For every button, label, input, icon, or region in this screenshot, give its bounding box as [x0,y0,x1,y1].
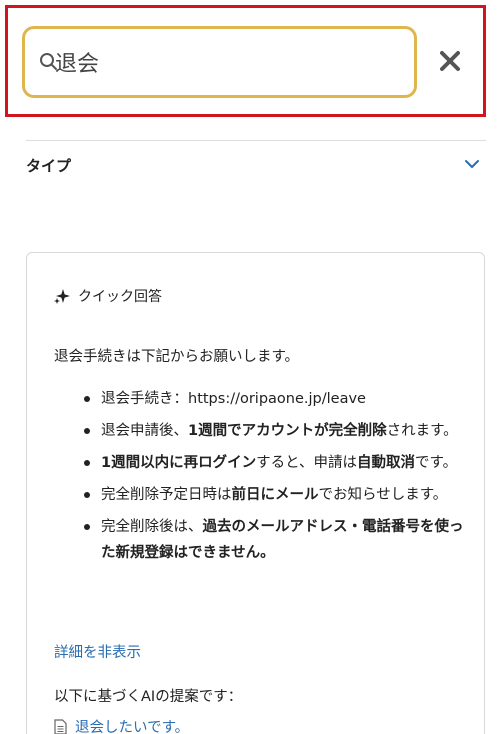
clear-search-button[interactable] [434,45,466,77]
bullet-text: 退会申請後、 [101,423,188,439]
divider [26,140,486,141]
quick-answer-title: クイック回答 [78,289,162,305]
close-icon [440,51,460,71]
bullet-item: 退会手続き：https://oripaone.jp/leave [54,386,464,412]
bullet-text: 退会手続き：https://oripaone.jp/leave [101,391,366,407]
bullet-text: 完全削除後は、 [101,519,203,535]
bullet-text: 前日にメール [231,487,319,503]
bullet-item: 退会申請後、1週間でアカウントが完全削除されます。 [54,418,464,444]
type-filter-dropdown[interactable]: タイプ [26,150,484,180]
sparkle-icon [54,289,70,304]
quick-answer-card: クイック回答 退会手続きは下記からお願いします。 退会手続き：https://o… [26,252,485,734]
suggested-article-link[interactable]: 退会したいです。 [54,716,189,734]
search-input[interactable] [55,45,395,79]
bullet-text: されます。 [386,423,458,439]
bullet-item: 1週間以内に再ログインすると、申請は自動取消です。 [54,450,464,476]
ai-suggestions-label: 以下に基づくAIの提案です： [54,689,243,705]
quick-answer-header: クイック回答 [54,286,162,306]
hide-details-link[interactable]: 詳細を非表示 [54,641,141,662]
bullet-text: すると、申請は [256,455,358,471]
quick-answer-intro: 退会手続きは下記からお願いします。 [54,349,300,365]
document-icon [54,718,67,734]
bullet-item: 完全削除後は、過去のメールアドレス・電話番号を使った新規登録はできません。 [54,514,464,566]
chevron-down-icon [465,160,479,168]
suggested-article-title: 退会したいです。 [75,720,190,734]
bullet-text: 完全削除予定日時は [101,487,232,503]
bullet-text: です。 [415,455,458,471]
bullet-text: 自動取消 [357,455,416,471]
quick-answer-bullets: 退会手続き：https://oripaone.jp/leave 退会申請後、1週間… [54,386,464,572]
help-page: タイプ クイック回答 退会手続きは下記からお願いします。 退会手続き：https… [0,0,500,734]
bullet-item: 完全削除予定日時は前日にメールでお知らせします。 [54,482,464,508]
type-filter-label: タイプ [26,157,72,175]
bullet-text: 1週間以内に再ログイン [101,455,257,471]
search-box[interactable] [22,26,417,98]
bullet-text: 1週間でアカウントが完全削除 [188,423,387,439]
bullet-text: でお知らせします。 [318,487,448,503]
